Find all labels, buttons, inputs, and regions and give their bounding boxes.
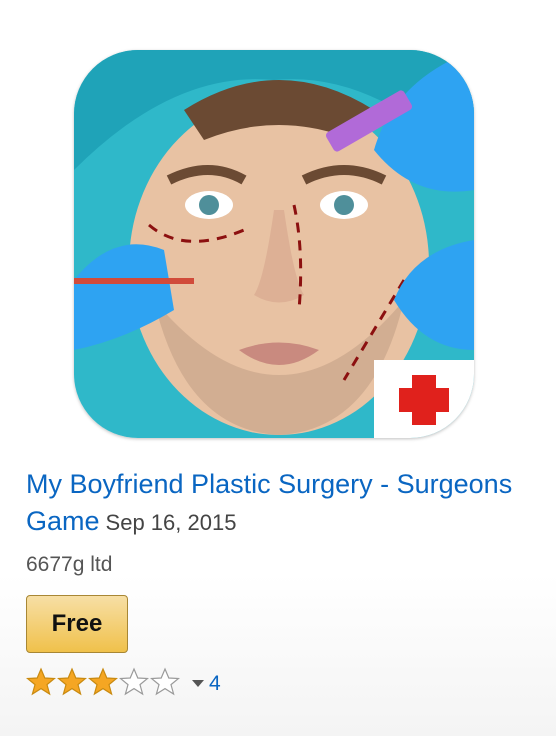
caret-down-icon[interactable] (191, 679, 205, 689)
app-title-link[interactable]: My Boyfriend Plastic Surgery - Surgeons … (26, 469, 512, 536)
star-empty-icon (118, 666, 150, 695)
price-button[interactable]: Free (26, 595, 128, 653)
app-title-block: My Boyfriend Plastic Surgery - Surgeons … (26, 466, 546, 541)
star-filled-icon (25, 666, 57, 695)
review-count[interactable]: 4 (209, 672, 221, 696)
star-filled-icon (87, 666, 119, 695)
publisher-name: 6677g ltd (26, 553, 113, 576)
release-date: Sep 16, 2015 (105, 510, 237, 535)
app-icon[interactable] (74, 50, 474, 438)
star-rating[interactable] (25, 666, 181, 702)
star-empty-icon (149, 666, 181, 695)
star-filled-icon (56, 666, 88, 695)
rating-row[interactable]: 4 (25, 666, 221, 702)
